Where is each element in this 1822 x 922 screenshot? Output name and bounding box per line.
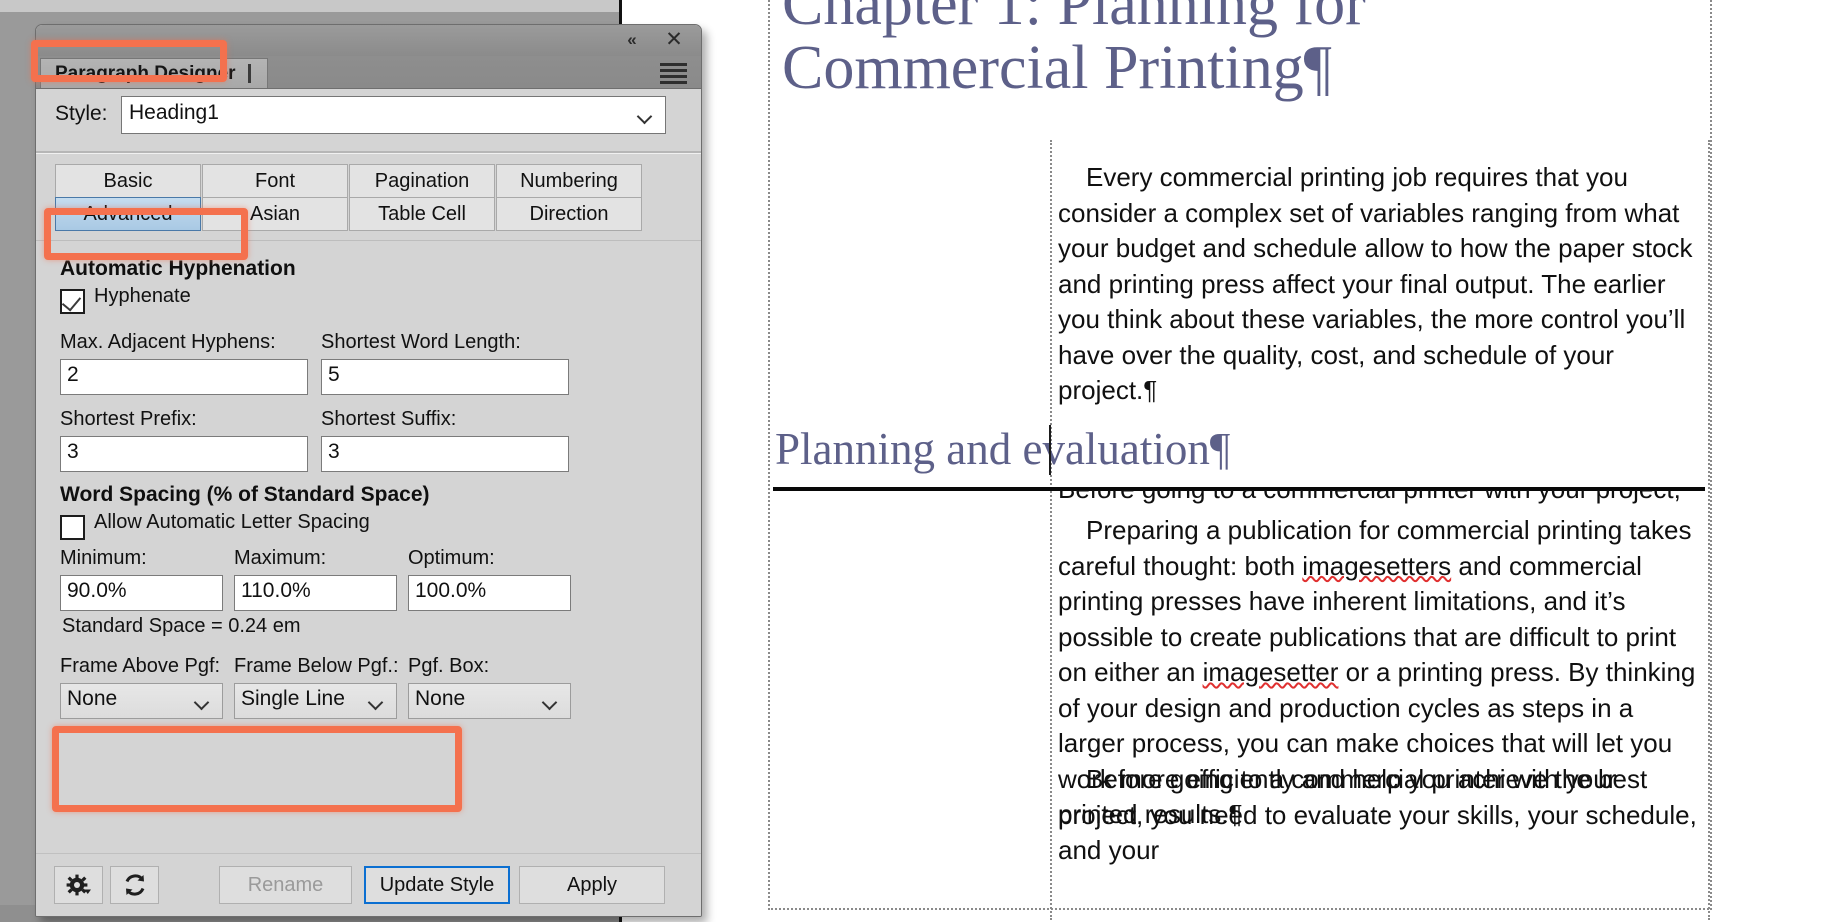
panel-titlebar: « ✕ (36, 25, 701, 57)
maximum-value: 110.0% (241, 579, 311, 602)
maximum-input[interactable]: 110.0% (234, 575, 397, 611)
apply-button[interactable]: Apply (519, 866, 665, 904)
tab-advanced[interactable]: Advanced (55, 197, 201, 231)
property-tabs: Basic Font Pagination Numbering Advanced… (55, 164, 647, 234)
style-label: Style: (55, 102, 108, 125)
max-adjacent-hyphens-label: Max. Adjacent Hyphens: (60, 331, 276, 353)
tab-numbering[interactable]: Numbering (496, 164, 642, 198)
chevron-down-icon (639, 111, 653, 119)
shortest-suffix-label: Shortest Suffix: (321, 408, 457, 430)
tab-pagination[interactable]: Pagination (349, 164, 495, 198)
frame-above-pgf-label: Frame Above Pgf: (60, 655, 221, 677)
panel-document-tabstrip: Paragraph Designer (36, 56, 701, 89)
shortest-suffix-value: 3 (328, 440, 340, 463)
panel-title-label: Paragraph Designer (55, 63, 236, 84)
style-dropdown[interactable]: Heading1 (121, 96, 666, 134)
advanced-tab-content: Automatic Hyphenation Hyphenate Max. Adj… (36, 240, 701, 856)
optimum-input[interactable]: 100.0% (408, 575, 571, 611)
document-clipped-text-line-inner: Before going to a commercial printer wit… (1058, 490, 1706, 508)
tab-basic[interactable]: Basic (55, 164, 201, 198)
hamburger-menu-icon[interactable] (660, 63, 687, 84)
panel-separator (36, 151, 701, 154)
shortest-suffix-input[interactable]: 3 (321, 436, 569, 472)
shortest-prefix-input[interactable]: 3 (60, 436, 308, 472)
style-dropdown-value: Heading1 (129, 101, 219, 124)
paragraph-designer-panel: « ✕ Paragraph Designer Style: Heading1 B… (35, 24, 702, 917)
document-heading-1-line-1: Chapter 1: Planning for (782, 0, 1366, 38)
update-style-button[interactable]: Update Style (364, 866, 510, 904)
minimum-input[interactable]: 90.0% (60, 575, 223, 611)
shortest-word-length-input[interactable]: 5 (321, 359, 569, 395)
frame-above-pgf-dropdown[interactable]: None (60, 683, 223, 719)
shortest-word-length-label: Shortest Word Length: (321, 331, 521, 353)
shortest-word-length-value: 5 (328, 363, 340, 386)
chevron-down-icon (370, 697, 384, 705)
minimum-value: 90.0% (67, 579, 127, 602)
standard-space-note: Standard Space = 0.24 em (62, 615, 301, 637)
frame-below-pgf-value: Single Line (241, 687, 345, 710)
minimum-label: Minimum: (60, 547, 147, 569)
frame-below-pgf-label: Frame Below Pgf.: (234, 655, 399, 677)
tab-direction[interactable]: Direction (496, 197, 642, 231)
style-row: Style: Heading1 (36, 89, 701, 149)
optimum-label: Optimum: (408, 547, 495, 569)
pgf-box-value: None (415, 687, 466, 710)
document-misspelled-word-1: imagesetters (1302, 550, 1452, 581)
max-adjacent-hyphens-input[interactable]: 2 (60, 359, 308, 395)
panel-title-tab[interactable]: Paragraph Designer (40, 58, 268, 88)
max-adjacent-hyphens-value: 2 (67, 363, 79, 386)
tab-table-cell[interactable]: Table Cell (349, 197, 495, 231)
screen-root: Chapter 1: Planning for Commercial Print… (0, 0, 1822, 922)
document-heading-1-line-2: Commercial Printing¶ (782, 34, 1332, 102)
tab-asian[interactable]: Asian (202, 197, 348, 231)
word-spacing-title: Word Spacing (% of Standard Space) (60, 483, 430, 506)
tab-font[interactable]: Font (202, 164, 348, 198)
gear-dropdown-icon[interactable] (54, 866, 103, 904)
rename-button: Rename (219, 866, 352, 904)
close-icon[interactable]: ✕ (661, 27, 687, 53)
refresh-icon[interactable] (110, 866, 159, 904)
panel-title-caret (247, 64, 251, 83)
panel-button-bar: Rename Update Style Apply (36, 853, 701, 916)
document-heading-1: Chapter 1: Planning for Commercial Print… (782, 0, 1712, 100)
allow-automatic-letter-spacing-label: Allow Automatic Letter Spacing (94, 511, 370, 533)
allow-automatic-letter-spacing-checkbox[interactable] (60, 515, 85, 540)
shortest-prefix-label: Shortest Prefix: (60, 408, 197, 430)
automatic-hyphenation-title: Automatic Hyphenation (60, 257, 296, 280)
pgf-box-label: Pgf. Box: (408, 655, 490, 677)
document-misspelled-word-2: imagesetter (1202, 657, 1339, 687)
maximum-label: Maximum: (234, 547, 327, 569)
shortest-prefix-value: 3 (67, 440, 79, 463)
pgf-box-dropdown[interactable]: None (408, 683, 571, 719)
optimum-value: 100.0% (415, 579, 487, 602)
chevron-double-left-icon[interactable]: « (619, 28, 645, 52)
document-heading-2: Planning and evaluation¶ (775, 424, 1231, 474)
chevron-down-icon (196, 697, 210, 705)
document-paragraph-3: Before going to a commercial printer wit… (1058, 764, 1705, 865)
hyphenate-checkbox[interactable] (60, 289, 85, 314)
hyphenate-label: Hyphenate (94, 285, 191, 307)
document-paragraph-1: Every commercial printing job requires t… (1058, 162, 1700, 405)
background-top-strip (0, 0, 622, 12)
chevron-down-icon (544, 697, 558, 705)
frame-below-pgf-dropdown[interactable]: Single Line (234, 683, 397, 719)
frame-above-pgf-value: None (67, 687, 118, 710)
text-cursor (1049, 425, 1051, 475)
document-clipped-text-line: Before going to a commercial printer wit… (1058, 490, 1706, 508)
